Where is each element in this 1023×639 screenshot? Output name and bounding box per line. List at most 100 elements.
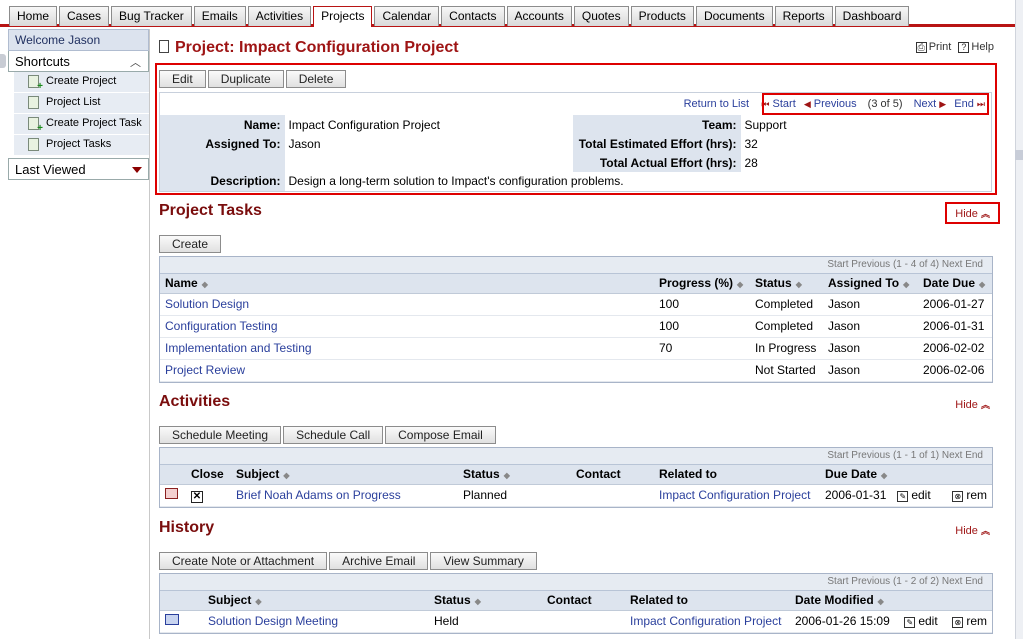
- tab-cases[interactable]: Cases: [59, 6, 110, 26]
- tab-emails[interactable]: Emails: [193, 6, 246, 26]
- project-icon: [159, 40, 169, 53]
- shortcut-create-project[interactable]: Create Project: [14, 72, 149, 93]
- tab-projects[interactable]: Projects: [313, 6, 373, 27]
- col-name[interactable]: Name ◆: [160, 274, 654, 294]
- col-subject[interactable]: Subject ◆: [203, 591, 429, 611]
- col-assigned-to[interactable]: Assigned To ◆: [823, 274, 918, 294]
- col-status[interactable]: Status ◆: [458, 465, 571, 485]
- schedule-call-button[interactable]: Schedule Call: [283, 426, 384, 444]
- task-name-link[interactable]: Configuration Testing: [160, 315, 654, 338]
- tab-home[interactable]: Home: [9, 6, 58, 26]
- history-subject-link[interactable]: Solution Design Meeting: [203, 610, 429, 633]
- view-summary-button[interactable]: View Summary: [430, 552, 537, 570]
- task-name-link[interactable]: Project Review: [160, 359, 654, 382]
- sort-icon[interactable]: ◆: [903, 280, 909, 289]
- page-actions: ⎙ Print ? Help: [912, 41, 994, 53]
- vertical-scrollbar[interactable]: [1015, 0, 1023, 639]
- sort-icon[interactable]: ◆: [283, 471, 289, 480]
- activity-status: Planned: [458, 484, 571, 507]
- print-link[interactable]: Print: [929, 41, 952, 53]
- scrollbar-thumb[interactable]: [1015, 150, 1023, 160]
- sort-icon[interactable]: ◆: [796, 280, 802, 289]
- task-name-link[interactable]: Implementation and Testing: [160, 337, 654, 360]
- shortcut-project-list[interactable]: Project List: [14, 93, 149, 114]
- col-subject[interactable]: Subject ◆: [231, 465, 458, 485]
- col-date-modified[interactable]: Date Modified ◆: [790, 591, 900, 611]
- hide-label: Hide: [955, 399, 978, 411]
- tab-accounts[interactable]: Accounts: [506, 6, 572, 26]
- shortcut-create-project-task[interactable]: Create Project Task: [14, 114, 149, 135]
- sort-icon[interactable]: ◆: [979, 280, 985, 289]
- shortcuts-header[interactable]: Shortcuts ︿: [8, 51, 149, 72]
- remove-link[interactable]: ⊗ rem: [947, 484, 992, 507]
- sort-icon[interactable]: ◆: [504, 471, 510, 480]
- sort-icon[interactable]: ◆: [475, 597, 481, 606]
- shortcuts-title: Shortcuts: [15, 54, 70, 69]
- col-related-to: Related to: [625, 591, 790, 611]
- col-status[interactable]: Status ◆: [429, 591, 542, 611]
- rem-label: rem: [966, 488, 987, 502]
- archive-email-button[interactable]: Archive Email: [329, 552, 429, 570]
- create-note-button[interactable]: Create Note or Attachment: [159, 552, 328, 570]
- tab-activities[interactable]: Activities: [247, 6, 312, 26]
- remove-icon: ⊗: [952, 617, 964, 628]
- col-date-due[interactable]: Date Due ◆: [918, 274, 992, 294]
- tasks-hide-link[interactable]: Hide ︽: [955, 207, 990, 220]
- help-link[interactable]: Help: [971, 41, 994, 53]
- create-task-button[interactable]: Create: [159, 235, 222, 253]
- tab-reports[interactable]: Reports: [774, 6, 833, 26]
- sort-icon[interactable]: ◆: [878, 597, 884, 606]
- meeting-icon: [160, 484, 186, 507]
- schedule-meeting-button[interactable]: Schedule Meeting: [159, 426, 282, 444]
- task-name-link[interactable]: Solution Design: [160, 293, 654, 316]
- col-status[interactable]: Status ◆: [750, 274, 823, 294]
- sort-icon[interactable]: ◆: [737, 280, 743, 289]
- print-icon[interactable]: ⎙: [915, 42, 927, 53]
- tab-calendar[interactable]: Calendar: [374, 6, 440, 26]
- sidebar-divider: [149, 29, 150, 639]
- close-activity-icon[interactable]: ✕: [186, 484, 231, 507]
- tab-products[interactable]: Products: [630, 6, 694, 26]
- sort-icon[interactable]: ◆: [202, 280, 208, 289]
- last-viewed-header[interactable]: Last Viewed: [8, 158, 149, 180]
- history-related-link[interactable]: Impact Configuration Project: [625, 610, 790, 633]
- col-rem: [947, 465, 992, 485]
- activity-related-link[interactable]: Impact Configuration Project: [654, 484, 820, 507]
- compose-email-button[interactable]: Compose Email: [385, 426, 496, 444]
- sidebar-collapse-handle[interactable]: [0, 54, 6, 68]
- shortcut-project-tasks[interactable]: Project Tasks: [14, 135, 149, 156]
- col-due-date[interactable]: Due Date ◆: [820, 465, 893, 485]
- sort-icon[interactable]: ◆: [255, 597, 261, 606]
- activities-hide-link[interactable]: Hide ︽: [955, 398, 990, 411]
- history-contact: [542, 610, 625, 633]
- col-close: Close: [186, 465, 231, 485]
- tab-contacts[interactable]: Contacts: [441, 6, 505, 26]
- help-icon[interactable]: ?: [958, 42, 970, 53]
- remove-link[interactable]: ⊗ rem: [947, 610, 992, 633]
- activity-subject-link[interactable]: Brief Noah Adams on Progress: [231, 484, 458, 507]
- tab-bug-tracker[interactable]: Bug Tracker: [111, 6, 192, 26]
- col-contact: Contact: [571, 465, 654, 485]
- history-status: Held: [429, 610, 542, 633]
- project-icon: [28, 96, 39, 109]
- activities-buttons: Schedule Meeting Schedule Call Compose Ema…: [159, 426, 498, 444]
- table-row: Project Review Not Started Jason 2006-02…: [160, 359, 992, 382]
- history-hide-link[interactable]: Hide ︽: [955, 524, 990, 537]
- history-title: History: [159, 519, 215, 536]
- tab-dashboard[interactable]: Dashboard: [834, 6, 910, 26]
- tab-documents[interactable]: Documents: [695, 6, 773, 26]
- table-row: Configuration Testing 100 Completed Jaso…: [160, 315, 992, 338]
- chevron-up-icon[interactable]: ︿: [130, 54, 141, 70]
- edit-link[interactable]: ✎ edit: [899, 610, 948, 633]
- edit-link[interactable]: ✎ edit: [892, 484, 948, 507]
- table-row: Implementation and Testing 70 In Progres…: [160, 337, 992, 360]
- dropdown-arrow-icon[interactable]: [132, 167, 142, 173]
- tab-quotes[interactable]: Quotes: [573, 6, 629, 26]
- last-viewed-title: Last Viewed: [15, 162, 86, 177]
- edit-label: edit: [911, 488, 931, 502]
- page-title: Project: Impact Configuration Project: [159, 39, 459, 57]
- task-status: Not Started: [750, 359, 823, 382]
- task-assigned: Jason: [823, 337, 918, 360]
- col-progress[interactable]: Progress (%) ◆: [654, 274, 750, 294]
- sort-icon[interactable]: ◆: [881, 471, 887, 480]
